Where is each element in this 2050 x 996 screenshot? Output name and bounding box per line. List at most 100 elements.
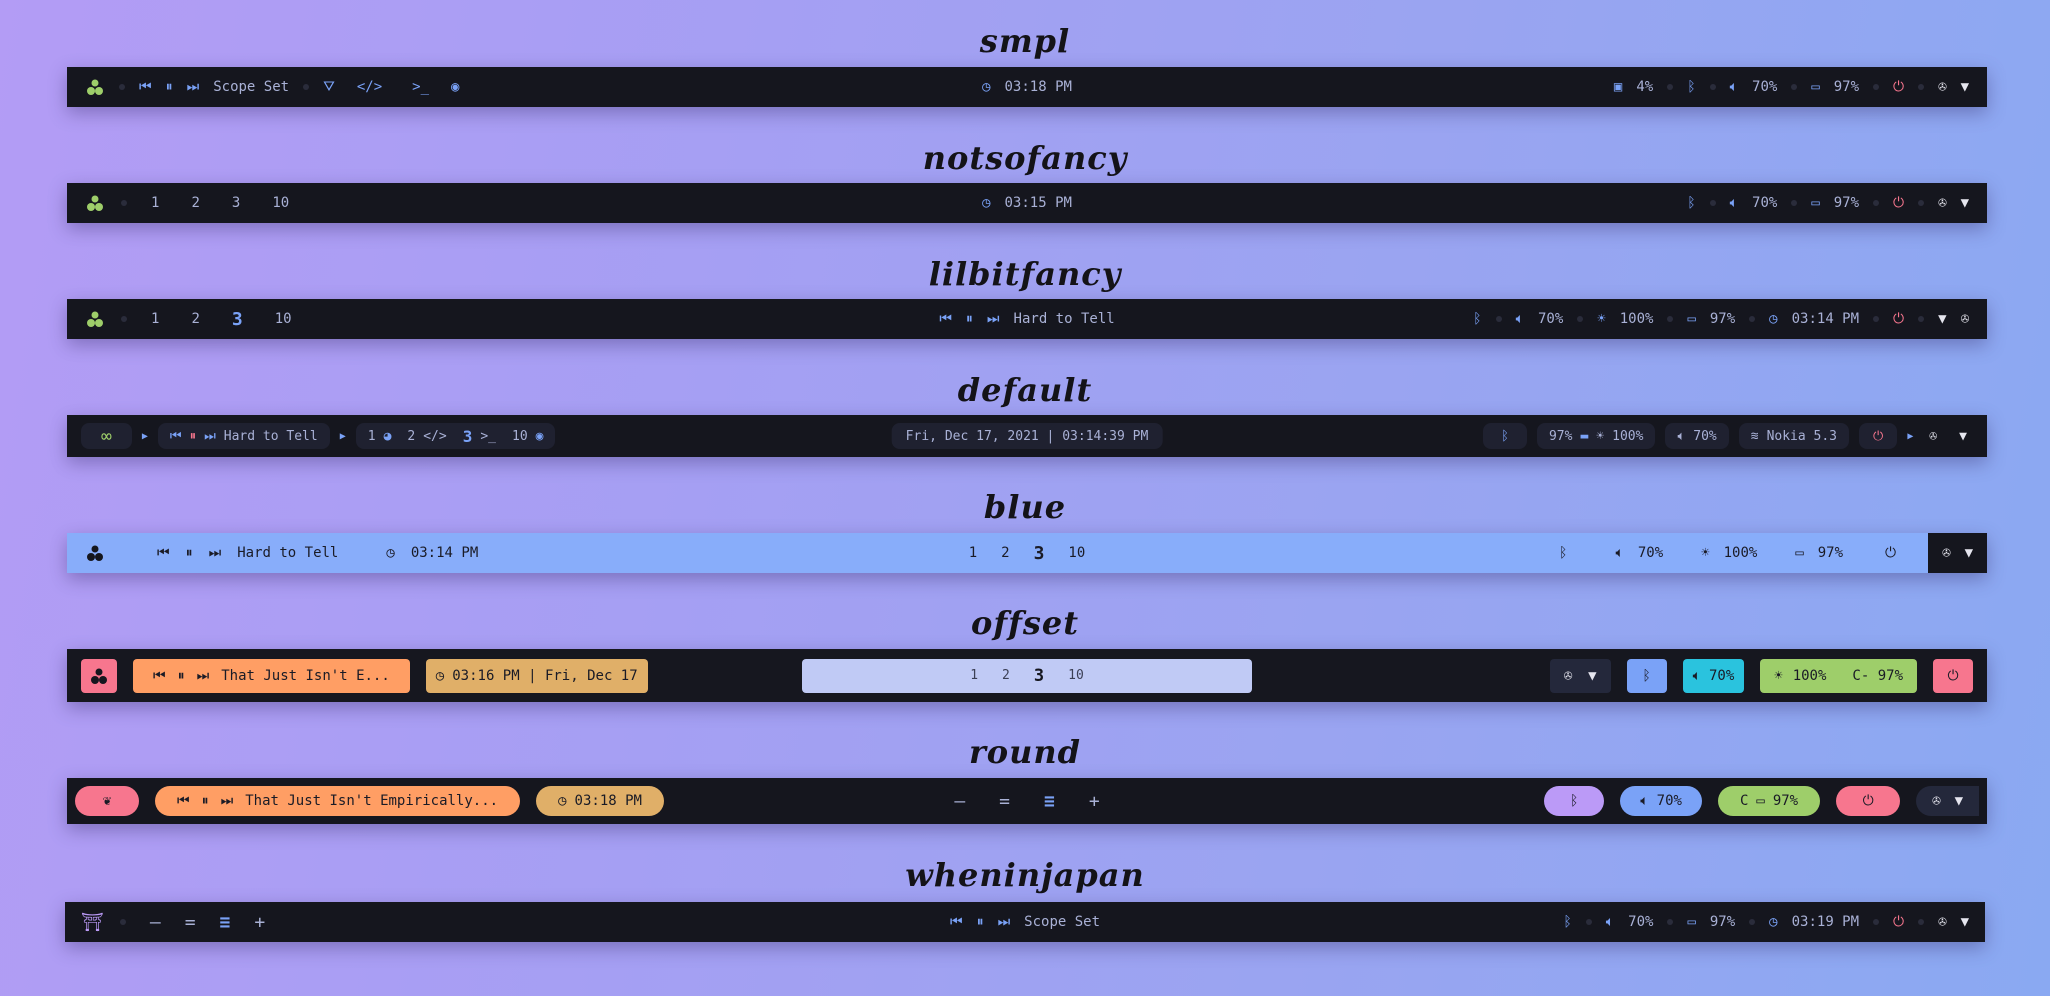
workspace-3-active[interactable]: 3 bbox=[224, 309, 251, 330]
brightness-icon[interactable]: ☀ bbox=[1596, 429, 1604, 444]
workspace-1[interactable]: 1 ◕ bbox=[368, 429, 392, 444]
brightness-icon[interactable]: ☀ bbox=[1701, 545, 1709, 561]
workspace-3-glyph-active[interactable]: ≡ bbox=[1044, 791, 1055, 812]
workspace-3-active[interactable]: 3 bbox=[1034, 666, 1044, 686]
bluetooth-pill[interactable]: ᛒ bbox=[1483, 423, 1527, 449]
workspace-10[interactable]: 10 ◉ bbox=[512, 429, 543, 444]
prev-track-icon[interactable]: ⏮ bbox=[177, 793, 190, 809]
workspace-3-active[interactable]: 3 >_ bbox=[463, 427, 496, 446]
logo-icon[interactable] bbox=[85, 77, 105, 97]
firefox-icon[interactable]: ⛛ bbox=[323, 79, 335, 95]
volume-icon[interactable]: 🔈︎ bbox=[1615, 545, 1623, 561]
workspace-2[interactable]: 2 bbox=[183, 311, 207, 327]
bluetooth-icon[interactable]: ᛒ bbox=[1559, 545, 1567, 561]
workspace-1-glyph[interactable]: — bbox=[954, 791, 965, 812]
prev-track-icon[interactable]: ⏮ bbox=[153, 668, 166, 684]
workspace-3-glyph-active[interactable]: ≡ bbox=[220, 912, 231, 933]
volume-icon[interactable]: 🔈︎ bbox=[1516, 311, 1524, 327]
workspace-1[interactable]: 1 bbox=[143, 195, 167, 211]
volume-icon[interactable]: 🔈︎ bbox=[1606, 914, 1614, 930]
pause-icon[interactable]: ⏸ bbox=[977, 914, 984, 930]
workspace-1-glyph[interactable]: — bbox=[150, 912, 161, 933]
pause-icon[interactable]: ⏸ bbox=[202, 793, 209, 809]
logo-button[interactable] bbox=[81, 658, 117, 693]
power-icon[interactable]: ⏻ bbox=[1893, 914, 1904, 930]
pause-icon[interactable]: ⏸ bbox=[966, 311, 973, 327]
bluetooth-icon[interactable]: ᛒ bbox=[1473, 311, 1481, 327]
power-pill[interactable]: ⏻ bbox=[1859, 423, 1898, 449]
logo-pill[interactable]: ∞ bbox=[81, 423, 132, 449]
next-track-icon[interactable]: ⏭ bbox=[197, 668, 210, 684]
prev-track-icon[interactable]: ⏮ bbox=[157, 545, 170, 561]
wifi-tray-icon[interactable]: ▼ bbox=[1955, 793, 1963, 809]
terminal-icon[interactable]: >_ bbox=[404, 79, 437, 95]
shrine-logo-icon[interactable]: ⛩ bbox=[81, 912, 104, 933]
workspace-10[interactable]: 10 bbox=[264, 195, 297, 211]
logo-icon[interactable] bbox=[85, 543, 105, 563]
workspace-2-glyph[interactable]: = bbox=[185, 912, 196, 933]
power-icon[interactable]: ⏻ bbox=[1893, 195, 1904, 211]
wifi-tray-icon[interactable]: ▼ bbox=[1961, 195, 1969, 211]
bluetooth-block[interactable]: ᛒ bbox=[1626, 658, 1667, 693]
volume-pill[interactable]: 🔈︎ 70% bbox=[1665, 423, 1729, 449]
power-pill[interactable]: ⏻ bbox=[1836, 786, 1901, 816]
expand-arrow-icon[interactable]: ▶ bbox=[340, 431, 346, 442]
logo-icon[interactable] bbox=[85, 193, 105, 213]
next-track-icon[interactable]: ⏭ bbox=[998, 914, 1011, 930]
next-track-icon[interactable]: ⏭ bbox=[187, 79, 200, 95]
brightness-icon[interactable]: ☀ bbox=[1597, 311, 1605, 327]
steam-tray-icon[interactable]: ✇ bbox=[1938, 195, 1946, 211]
workspace-2[interactable]: 2 bbox=[1001, 545, 1009, 561]
next-track-icon[interactable]: ⏭ bbox=[987, 311, 1000, 327]
prev-track-icon[interactable]: ⏮ bbox=[950, 914, 963, 930]
steam-tray-icon[interactable]: ✇ bbox=[1923, 429, 1943, 444]
power-icon[interactable]: ⏻ bbox=[1893, 79, 1904, 95]
wifi-tray-icon[interactable]: ▼ bbox=[1938, 311, 1946, 327]
steam-tray-icon[interactable]: ✇ bbox=[1938, 914, 1946, 930]
workspace-1[interactable]: 1 bbox=[970, 668, 978, 683]
workspace-2-glyph[interactable]: = bbox=[999, 791, 1010, 812]
next-track-icon[interactable]: ⏭ bbox=[221, 793, 234, 809]
volume-pill[interactable]: 🔈︎ 70% bbox=[1620, 786, 1702, 816]
workspace-1[interactable]: 1 bbox=[143, 311, 167, 327]
pause-circle-icon[interactable]: ⏸ bbox=[190, 429, 197, 444]
volume-block[interactable]: 🔈︎ 70% bbox=[1682, 658, 1745, 693]
prev-track-icon[interactable]: ⏮ bbox=[139, 79, 152, 95]
bluetooth-pill[interactable]: ᛒ bbox=[1544, 786, 1605, 816]
pause-icon[interactable]: ⏸ bbox=[186, 545, 193, 561]
workspace-3-active[interactable]: 3 bbox=[1034, 543, 1045, 564]
steam-tray-icon[interactable]: ✇ bbox=[1932, 793, 1940, 809]
steam-tray-icon[interactable]: ✇ bbox=[1961, 311, 1969, 327]
expand-arrow-icon[interactable]: ▶ bbox=[142, 431, 148, 442]
workspace-1[interactable]: 1 bbox=[969, 545, 977, 561]
power-block[interactable]: ⏻ bbox=[1933, 658, 1973, 693]
bluetooth-icon[interactable]: ᛒ bbox=[1687, 195, 1695, 211]
steam-tray-icon[interactable]: ✇ bbox=[1564, 668, 1572, 684]
bluetooth-icon[interactable]: ᛒ bbox=[1563, 914, 1571, 930]
wifi-tray-icon[interactable]: ▼ bbox=[1588, 668, 1596, 684]
workspace-2[interactable]: 2 bbox=[1002, 668, 1010, 683]
network-pill[interactable]: ≋ Nokia 5.3 bbox=[1738, 423, 1850, 449]
prev-track-icon[interactable]: ⏮ bbox=[170, 429, 182, 444]
workspace-10[interactable]: 10 bbox=[1068, 668, 1084, 683]
wifi-tray-icon[interactable]: ▼ bbox=[1953, 429, 1973, 444]
power-icon[interactable]: ⏻ bbox=[1893, 311, 1904, 327]
volume-icon[interactable]: 🔈︎ bbox=[1730, 79, 1738, 95]
workspace-10[interactable]: 10 bbox=[267, 311, 300, 327]
workspace-10-glyph[interactable]: + bbox=[254, 912, 265, 933]
workspace-2[interactable]: 2 </> bbox=[407, 429, 446, 444]
code-icon[interactable]: </> bbox=[349, 79, 390, 95]
bluetooth-icon[interactable]: ᛒ bbox=[1687, 79, 1695, 95]
steam-tray-icon[interactable]: ✇ bbox=[1942, 545, 1950, 561]
pause-icon[interactable]: ⏸ bbox=[166, 79, 173, 95]
wifi-tray-icon[interactable]: ▼ bbox=[1961, 79, 1969, 95]
volume-icon[interactable]: 🔈︎ bbox=[1730, 195, 1738, 211]
prev-track-icon[interactable]: ⏮ bbox=[939, 311, 952, 327]
next-track-icon[interactable]: ⏭ bbox=[209, 545, 222, 561]
workspace-10-glyph[interactable]: + bbox=[1089, 791, 1100, 812]
power-icon[interactable]: ⏻ bbox=[1885, 545, 1896, 561]
expand-arrow-icon[interactable]: ▶ bbox=[1907, 431, 1913, 442]
spotify-icon[interactable]: ◉ bbox=[451, 79, 459, 95]
steam-tray-icon[interactable]: ✇ bbox=[1938, 79, 1946, 95]
pause-icon[interactable]: ⏸ bbox=[178, 668, 185, 684]
